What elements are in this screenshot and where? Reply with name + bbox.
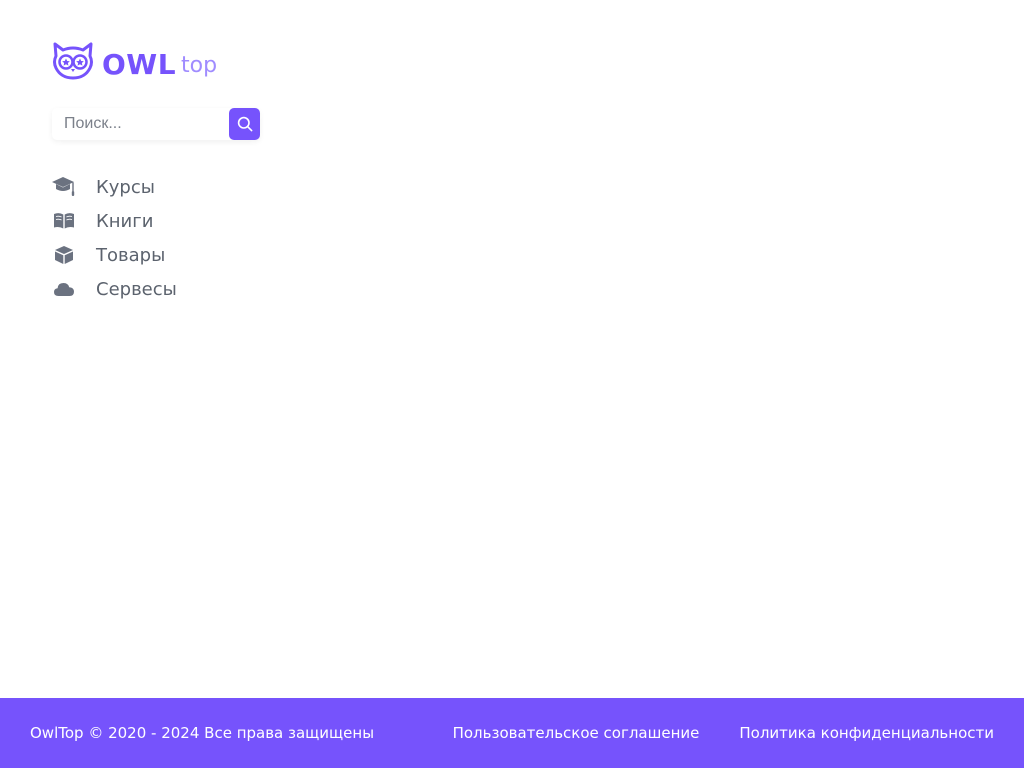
menu-item-courses[interactable]: Курсы [52,170,177,204]
menu-item-label: Сервесы [96,278,177,300]
owl-icon [53,42,93,80]
footer: OwlTop © 2020 - 2024 Все права защищены … [0,698,1024,768]
footer-links: Пользовательское соглашение Политика кон… [453,724,994,742]
menu-item-label: Книги [96,210,154,232]
menu-item-products[interactable]: Товары [52,238,177,272]
page: OWL top Курсы [0,0,1024,768]
book-icon [54,213,74,229]
logo[interactable]: OWL top [52,40,217,80]
footer-copyright: OwlTop © 2020 - 2024 Все права защищены [30,724,375,742]
menu-item-label: Курсы [96,176,155,198]
logo-suffix: top [181,53,218,78]
logo-brand: OWL [102,48,177,81]
search-input[interactable] [52,108,228,140]
menu-item-services[interactable]: Сервесы [52,272,177,306]
footer-link-privacy[interactable]: Политика конфиденциальности [739,724,994,742]
search-box [52,108,260,140]
menu-item-label: Товары [96,244,166,266]
box-icon [55,246,73,264]
footer-link-terms[interactable]: Пользовательское соглашение [453,724,700,742]
search-icon [237,116,252,132]
search-button[interactable] [229,108,260,140]
graduation-cap-icon [52,177,75,196]
menu-item-books[interactable]: Книги [52,204,177,238]
sidebar-menu: Курсы Книги Товары Сервесы [52,170,177,306]
cloud-icon [54,283,74,296]
